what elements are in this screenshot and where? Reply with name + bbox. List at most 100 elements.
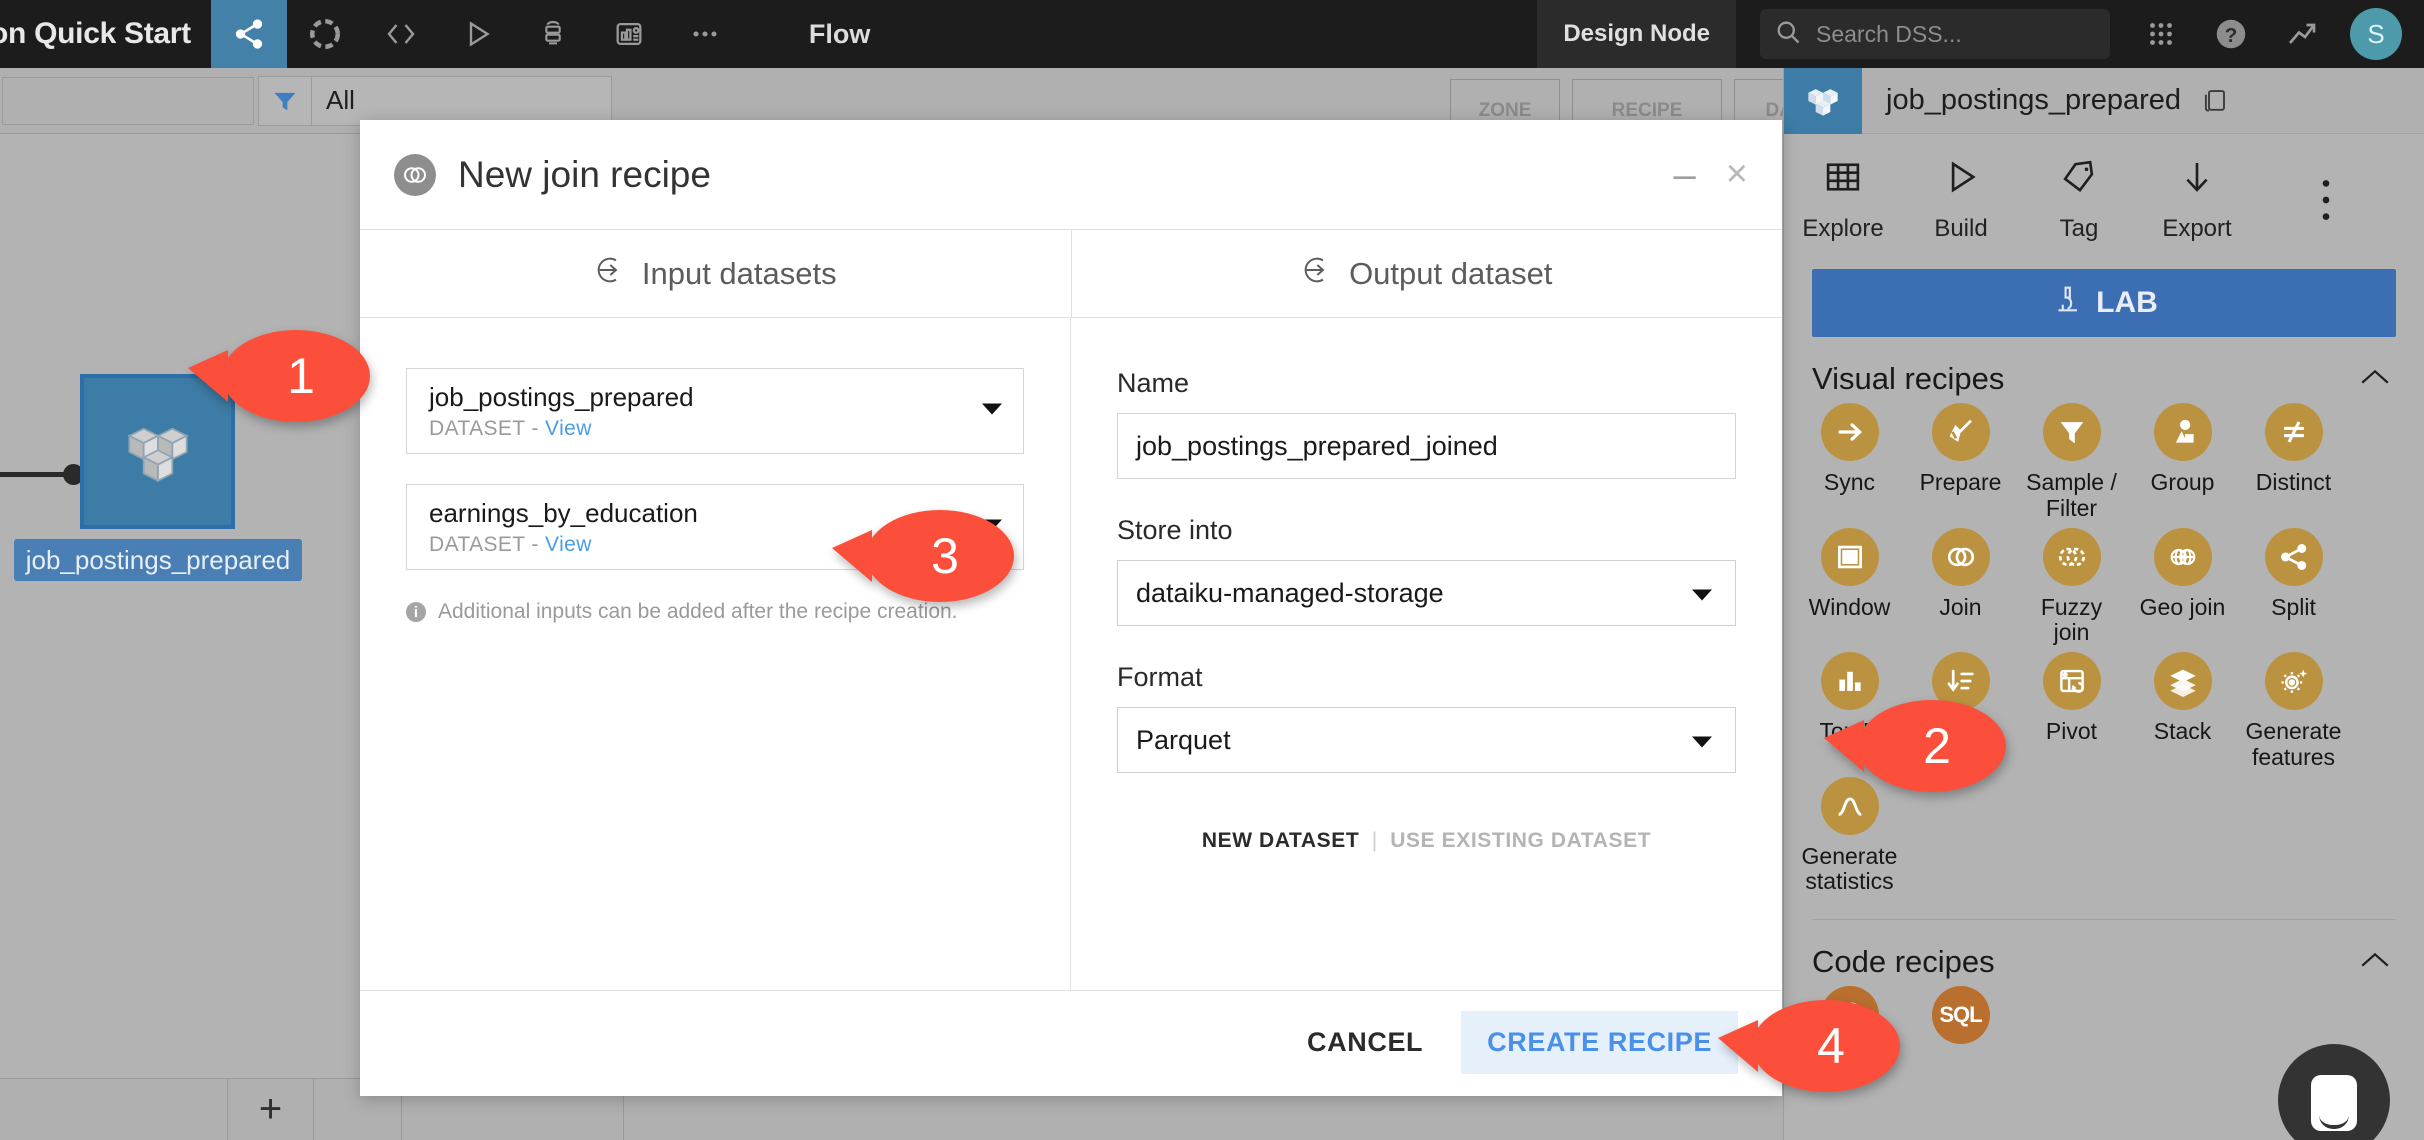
recipe-sql-icon[interactable]: SQL — [1905, 986, 2016, 1053]
recipe-sync-icon[interactable]: Sync — [1794, 403, 1905, 522]
recipe-geo-join-icon[interactable]: Geo join — [2127, 527, 2238, 647]
additional-inputs-hint: i Additional inputs can be added after t… — [406, 600, 1024, 624]
status-icon[interactable] — [287, 0, 363, 68]
recipe-label: Stack — [2153, 718, 2212, 744]
recipe-split-icon[interactable]: Split — [2238, 527, 2349, 647]
store-into-value: dataiku-managed-storage — [1136, 577, 1444, 608]
sync-icon — [1820, 403, 1879, 461]
recipe-stack-icon[interactable]: Stack — [2127, 652, 2238, 771]
automation-icon[interactable] — [515, 0, 591, 68]
recipe-broom-icon[interactable]: Prepare — [1905, 403, 2016, 522]
code-recipes-header[interactable]: Code recipes — [1784, 920, 2424, 986]
input-dataset-view-link[interactable]: View — [545, 417, 592, 440]
add-recipe-button[interactable]: RECIPE — [1572, 78, 1722, 123]
input-datasets-panel: job_postings_prepared DATASET - View ear… — [360, 318, 1071, 990]
new-dataset-option[interactable]: NEW DATASET — [1202, 829, 1359, 852]
callout-number: 1 — [287, 348, 315, 404]
recipe-funnel-icon[interactable]: Sample / Filter — [2016, 403, 2127, 522]
avatar[interactable]: S — [2350, 8, 2402, 60]
store-into-select[interactable]: dataiku-managed-storage — [1117, 560, 1736, 626]
filter-all-button[interactable]: All — [312, 75, 612, 126]
chevron-down-icon[interactable] — [1691, 578, 1713, 609]
dataset-cubes-icon — [126, 427, 189, 482]
search-input[interactable]: Search DSS... — [1760, 9, 2110, 59]
chevron-up-icon[interactable] — [2358, 949, 2392, 976]
input-dataset-row[interactable]: job_postings_prepared DATASET - View — [406, 368, 1024, 454]
download-icon — [2176, 156, 2218, 203]
apps-grid-icon[interactable] — [2144, 17, 2178, 51]
cancel-button[interactable]: CANCEL — [1281, 1011, 1449, 1074]
chevron-down-icon[interactable] — [981, 402, 1003, 421]
visual-recipes-header[interactable]: Visual recipes — [1784, 337, 2424, 403]
right-panel-title: job_postings_prepared — [1886, 84, 2182, 116]
chevron-up-icon[interactable] — [2358, 366, 2392, 393]
use-existing-dataset-option[interactable]: USE EXISTING DATASET — [1390, 829, 1651, 852]
search-placeholder: Search DSS... — [1816, 20, 1962, 47]
recipe-label: Prepare — [1919, 469, 2002, 495]
trend-icon[interactable] — [2284, 16, 2320, 52]
tab-input-datasets[interactable]: Input datasets — [360, 230, 1072, 317]
create-recipe-button[interactable]: CREATE RECIPE — [1461, 1011, 1738, 1074]
stack-icon — [2153, 652, 2212, 710]
explore-action[interactable]: Explore — [1784, 156, 1902, 243]
recipe-label: Distinct — [2255, 469, 2332, 495]
recipe-join-icon[interactable]: Join — [1905, 527, 2016, 647]
lab-button[interactable]: LAB — [1812, 269, 2396, 337]
help-icon[interactable]: ? — [2212, 15, 2250, 53]
dashboard-icon[interactable] — [591, 0, 667, 68]
code-icon[interactable] — [363, 0, 439, 68]
recipe-label: Geo join — [2139, 593, 2226, 620]
recipe-window-icon[interactable]: Window — [1794, 527, 1905, 647]
input-dataset-name: job_postings_prepared — [429, 381, 694, 412]
recipe-label: Generate statistics — [1801, 842, 1898, 895]
output-name-input[interactable]: job_postings_prepared_joined — [1117, 413, 1736, 479]
dataset-actions: Explore Build Tag Export — [1784, 134, 2424, 243]
name-label: Name — [1117, 368, 1190, 398]
recipe-not-equal-icon[interactable]: Distinct — [2238, 403, 2349, 522]
bottom-cell-1[interactable] — [0, 1078, 228, 1140]
input-dataset-meta: DATASET - View — [429, 533, 592, 557]
input-dataset-view-link[interactable]: View — [545, 533, 592, 556]
format-select[interactable]: Parquet — [1117, 707, 1736, 773]
export-action[interactable]: Export — [2138, 156, 2256, 243]
jobs-icon[interactable] — [439, 0, 515, 68]
flow-section-label: Flow — [808, 18, 871, 49]
build-action[interactable]: Build — [1902, 156, 2020, 243]
copy-icon[interactable] — [2199, 86, 2229, 116]
tab-output-dataset[interactable]: Output dataset — [1072, 230, 1783, 317]
tab-input-label: Input datasets — [641, 255, 837, 291]
input-dataset-meta: DATASET - View — [429, 417, 592, 441]
app-root: ion Quick Start Flow Design Node Search … — [0, 0, 2424, 1140]
modal-header: New join recipe – × — [360, 120, 1782, 230]
pivot-icon — [2042, 652, 2101, 710]
recipe-generate-statistics-icon[interactable]: Generate statistics — [1794, 776, 1905, 896]
minimize-button[interactable]: – — [1674, 155, 1696, 195]
recipe-generate-features-icon[interactable]: Generate features — [2238, 652, 2349, 771]
recipe-group-icon[interactable]: Group — [2127, 403, 2238, 522]
geo-join-icon — [2153, 527, 2212, 586]
broom-icon — [1931, 403, 1990, 461]
filter-icon[interactable] — [258, 75, 312, 126]
input-dataset-name: earnings_by_education — [429, 497, 698, 528]
output-dataset-panel: Name job_postings_prepared_joined Store … — [1071, 318, 1782, 990]
more-icon[interactable] — [667, 0, 743, 68]
callout-2: 2 — [1824, 700, 2006, 792]
recipe-fuzzy-join-icon[interactable]: Fuzzy join — [2016, 527, 2127, 647]
add-zone-button[interactable]: ZONE — [1450, 78, 1560, 123]
close-icon[interactable]: × — [1726, 153, 1748, 196]
modal-title: New join recipe — [458, 153, 711, 195]
join-icon — [394, 153, 436, 196]
tag-icon — [2058, 156, 2100, 203]
more-actions-icon[interactable] — [2296, 177, 2356, 223]
fuzzy-join-icon — [2042, 527, 2101, 586]
toggle-separator: | — [1371, 829, 1378, 852]
tag-action[interactable]: Tag — [2020, 156, 2138, 243]
flow-icon[interactable] — [210, 0, 287, 68]
zoom-in-button[interactable]: + — [228, 1078, 314, 1140]
visual-recipes-title: Visual recipes — [1812, 361, 2005, 396]
flow-search-input[interactable] — [2, 76, 254, 125]
chevron-down-icon[interactable] — [1691, 725, 1713, 756]
search-icon — [1774, 18, 1802, 51]
explore-label: Explore — [1802, 215, 1884, 242]
recipe-pivot-icon[interactable]: Pivot — [2016, 652, 2127, 771]
